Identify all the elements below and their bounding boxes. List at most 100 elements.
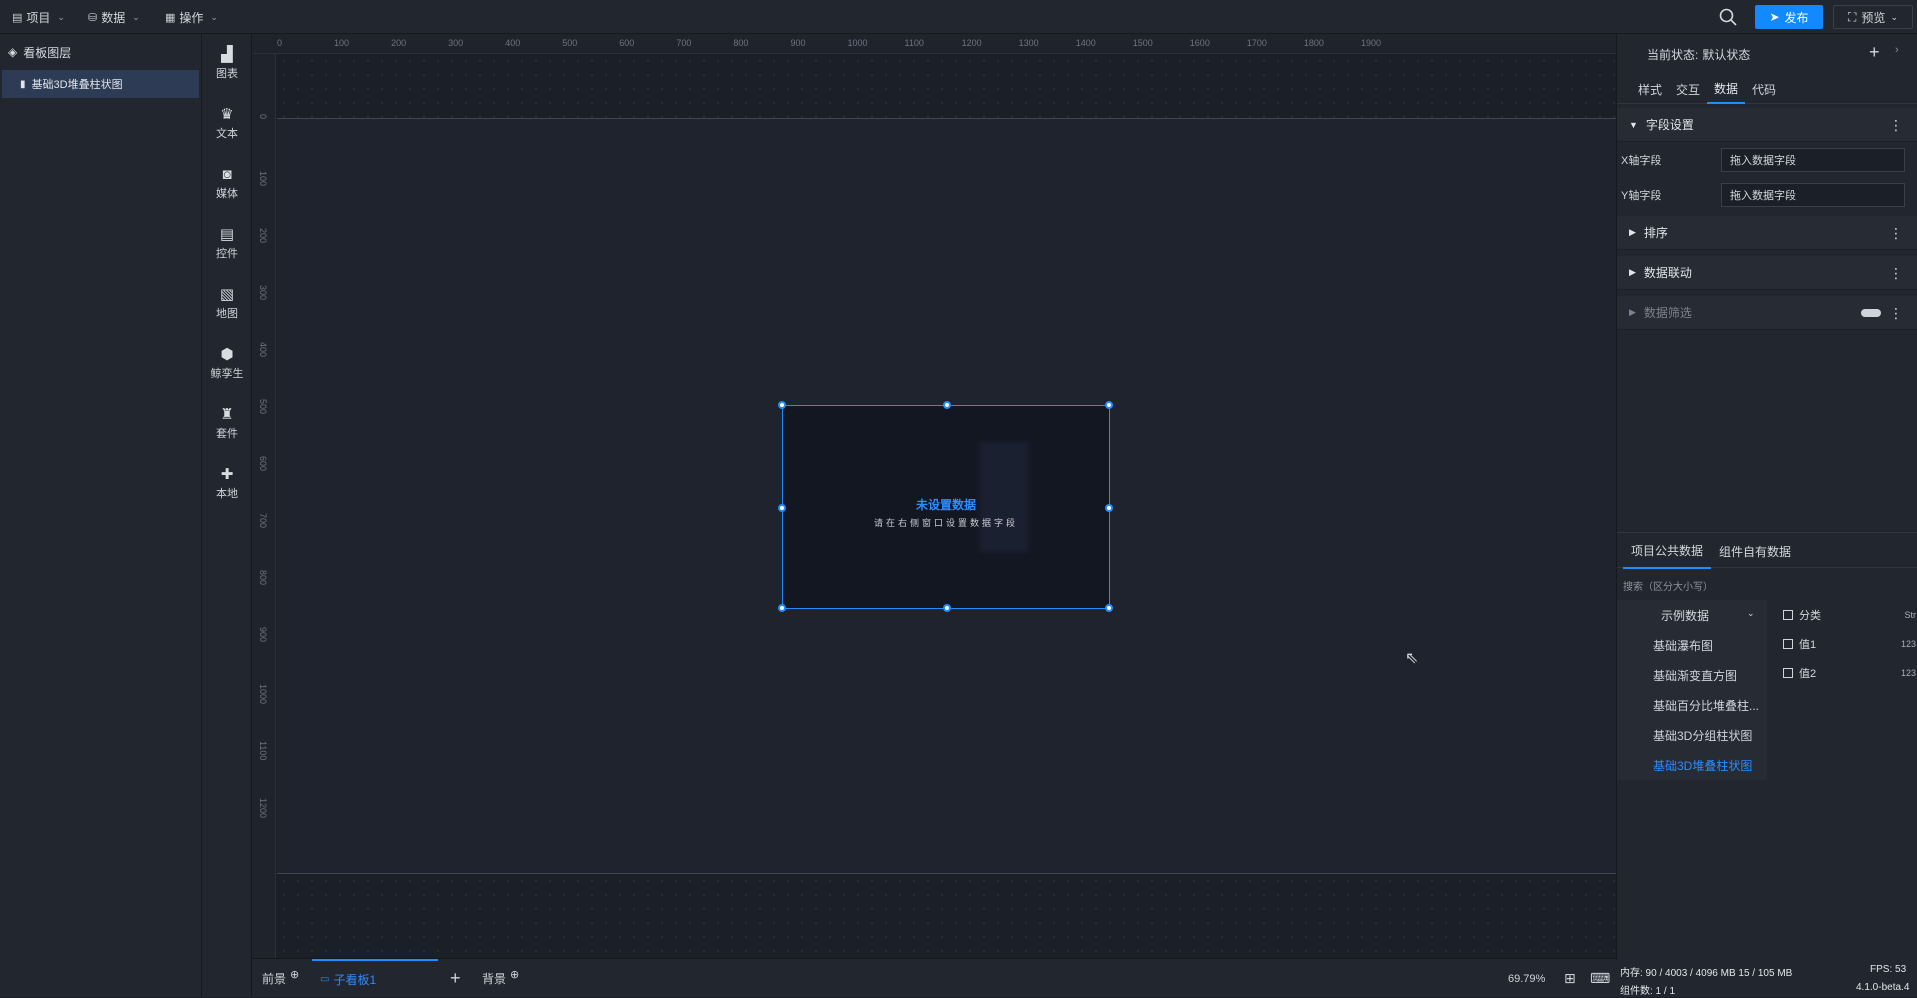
chevron-right-icon[interactable]: ›	[1895, 44, 1899, 56]
ruler-left-label: 600	[258, 456, 268, 472]
component-label: 控件	[216, 248, 238, 260]
component-local[interactable]: ✚ 本地	[202, 460, 252, 508]
control-icon: ▤	[219, 226, 235, 243]
resize-handle[interactable]	[943, 401, 951, 409]
checkbox[interactable]	[1783, 667, 1793, 678]
component-control[interactable]: ▤ 控件	[202, 220, 252, 268]
dataset-search-input[interactable]: 搜索（区分大小写）	[1623, 578, 1713, 593]
state-value[interactable]: 默认状态	[1702, 46, 1750, 63]
tab-style[interactable]: 样式	[1631, 74, 1669, 104]
preview-label: 预览	[1861, 10, 1886, 25]
canvas-grid-bottom	[277, 874, 1616, 958]
fit-screen-icon[interactable]: ⊞	[1564, 959, 1576, 998]
menu-project-label: 项目	[26, 10, 51, 25]
state-row: 当前状态: 默认状态 + ›	[1617, 34, 1917, 74]
add-state-icon[interactable]: +	[1869, 42, 1880, 63]
resize-handle[interactable]	[778, 504, 786, 512]
resize-handle[interactable]	[1105, 401, 1113, 409]
section-data-filter[interactable]: ▶ 数据筛选 ⋮	[1617, 296, 1917, 330]
tab-data[interactable]: 数据	[1707, 74, 1746, 104]
component-text[interactable]: ♛ 文本	[202, 100, 252, 148]
component-chart[interactable]: ▟ 图表	[202, 40, 252, 88]
section-title: 字段设置	[1645, 118, 1694, 132]
data-source-tabs: 项目公共数据 组件自有数据	[1617, 532, 1917, 569]
component-twin[interactable]: ⬢ 鲸孪生	[202, 340, 252, 388]
dataset-item[interactable]: 基础3D分组柱状图	[1617, 720, 1767, 750]
tab-label: 前景	[262, 972, 287, 986]
component-map[interactable]: ▧ 地图	[202, 280, 252, 328]
component-media[interactable]: ◙ 媒体	[202, 160, 252, 208]
caret-down-icon: ▼	[1629, 119, 1638, 130]
component-kit[interactable]: ♜ 套件	[202, 400, 252, 448]
add-circle-icon[interactable]: ⊕	[510, 968, 519, 981]
component-label: 地图	[216, 308, 238, 320]
filter-toggle[interactable]	[1861, 309, 1881, 317]
chart-widget[interactable]: 未设置数据 请在右侧窗口设置数据字段	[778, 401, 1113, 612]
dataset-item[interactable]: 基础渐变直方图	[1617, 660, 1767, 690]
x-field-input[interactable]: 拖入数据字段	[1721, 147, 1905, 172]
menu-project[interactable]: ▤ 项目 ⌄	[12, 0, 65, 34]
ruler-left-label: 500	[258, 399, 268, 415]
more-icon[interactable]: ⋮	[1889, 225, 1903, 242]
menu-operation[interactable]: ▦ 操作 ⌄	[165, 0, 218, 34]
ruler-top-label: 200	[391, 38, 407, 48]
zoom-level[interactable]: 69.79%	[1508, 959, 1545, 998]
more-icon[interactable]: ⋮	[1889, 117, 1903, 134]
more-icon[interactable]: ⋮	[1889, 305, 1903, 322]
tab-own-data[interactable]: 组件自有数据	[1711, 533, 1799, 569]
grid-icon: ▦	[165, 11, 176, 24]
resize-handle[interactable]	[943, 604, 951, 612]
resize-handle[interactable]	[1105, 604, 1113, 612]
field-item[interactable]: 值2 123	[1783, 658, 1917, 687]
checkbox[interactable]	[1783, 609, 1793, 620]
dataset-item[interactable]: 基础百分比堆叠柱...	[1617, 690, 1767, 720]
dataset-group[interactable]: 示例数据 ⌄	[1617, 600, 1767, 630]
fps-status: FPS: 53	[1870, 964, 1907, 975]
ruler-top-label: 900	[790, 38, 806, 48]
layers-header: ◈ 看板图层	[0, 34, 201, 70]
tab-background[interactable]: 背景 ⊕	[482, 959, 519, 998]
checkbox[interactable]	[1783, 638, 1793, 649]
keyboard-icon[interactable]: ⌨	[1590, 959, 1610, 998]
preview-button[interactable]: ⛶ 预览 ⌄	[1833, 5, 1913, 29]
field-type: Str	[1904, 609, 1916, 620]
board-tabs-bar: 前景 ⊕ ▭ 子看板1 + 背景 ⊕ 69.79% ⊞ ⌨	[252, 958, 1616, 997]
publish-label: 发布	[1784, 10, 1809, 25]
add-circle-icon[interactable]: ⊕	[290, 968, 299, 981]
section-field-settings[interactable]: ▼ 字段设置 ⋮	[1617, 108, 1917, 142]
section-sort[interactable]: ▶ 排序 ⋮	[1617, 216, 1917, 250]
no-data-hint: 请在右侧窗口设置数据字段	[873, 518, 1018, 528]
tab-public-data[interactable]: 项目公共数据	[1623, 533, 1712, 569]
add-tab-button[interactable]: +	[450, 959, 461, 998]
tab-code[interactable]: 代码	[1745, 74, 1783, 104]
tab-sub-board[interactable]: ▭ 子看板1	[312, 959, 438, 998]
chart-icon: ▟	[221, 46, 233, 63]
resize-handle[interactable]	[778, 604, 786, 612]
field-name: 分类	[1799, 609, 1821, 622]
tab-interaction[interactable]: 交互	[1669, 74, 1707, 104]
ruler-top-label: 700	[676, 38, 692, 48]
dataset-item[interactable]: 基础瀑布图	[1617, 630, 1767, 660]
field-item[interactable]: 值1 123	[1783, 629, 1917, 658]
more-icon[interactable]: ⋮	[1889, 265, 1903, 282]
canvas-grid-top	[277, 54, 1616, 118]
search-icon[interactable]	[1718, 7, 1738, 27]
resize-handle[interactable]	[1105, 504, 1113, 512]
board-icon: ▭	[320, 974, 330, 985]
y-field-input[interactable]: 拖入数据字段	[1721, 182, 1905, 207]
section-data-link[interactable]: ▶ 数据联动 ⋮	[1617, 256, 1917, 290]
resize-handle[interactable]	[778, 401, 786, 409]
component-label: 本地	[216, 488, 238, 500]
layer-item[interactable]: ▮ 基础3D堆叠柱状图	[2, 70, 199, 98]
ruler-top-label: 1700	[1246, 38, 1267, 48]
publish-button[interactable]: ➤ 发布	[1755, 5, 1823, 29]
field-item[interactable]: 分类 Str	[1783, 600, 1917, 629]
ruler-left-label: 700	[258, 513, 268, 529]
ruler-left-label: 200	[258, 228, 268, 244]
menu-data[interactable]: ⛁ 数据 ⌄	[88, 0, 140, 34]
tab-foreground[interactable]: 前景 ⊕	[262, 959, 299, 998]
dataset-item-active[interactable]: 基础3D堆叠柱状图	[1617, 750, 1767, 780]
menu-data-label: 数据	[101, 10, 126, 25]
cube-icon: ⬢	[220, 346, 234, 363]
ruler-top-label: 1900	[1360, 38, 1381, 48]
